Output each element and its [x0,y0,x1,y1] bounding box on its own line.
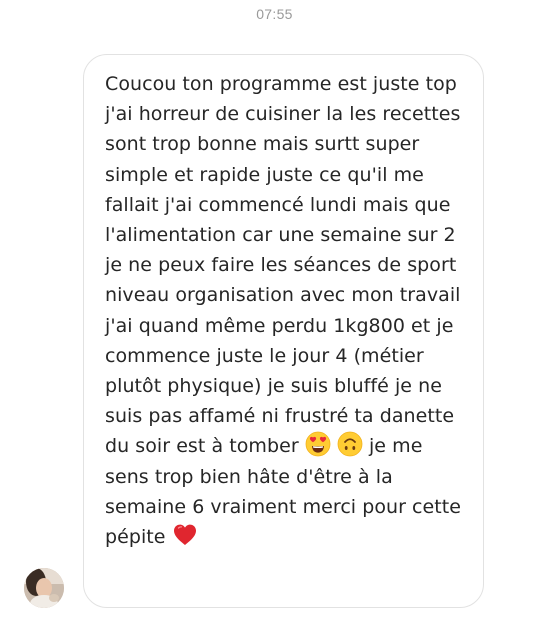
message-row: Coucou ton programme est juste top j'ai … [0,0,549,640]
message-text-part-1: Coucou ton programme est juste top j'ai … [105,73,461,458]
heart-eyes-emoji-icon [305,431,331,457]
message-bubble[interactable]: Coucou ton programme est juste top j'ai … [83,54,484,608]
message-text: Coucou ton programme est juste top j'ai … [105,69,471,552]
upside-down-face-emoji-icon [337,431,363,457]
red-heart-emoji-icon [172,522,198,548]
avatar[interactable] [24,568,64,608]
